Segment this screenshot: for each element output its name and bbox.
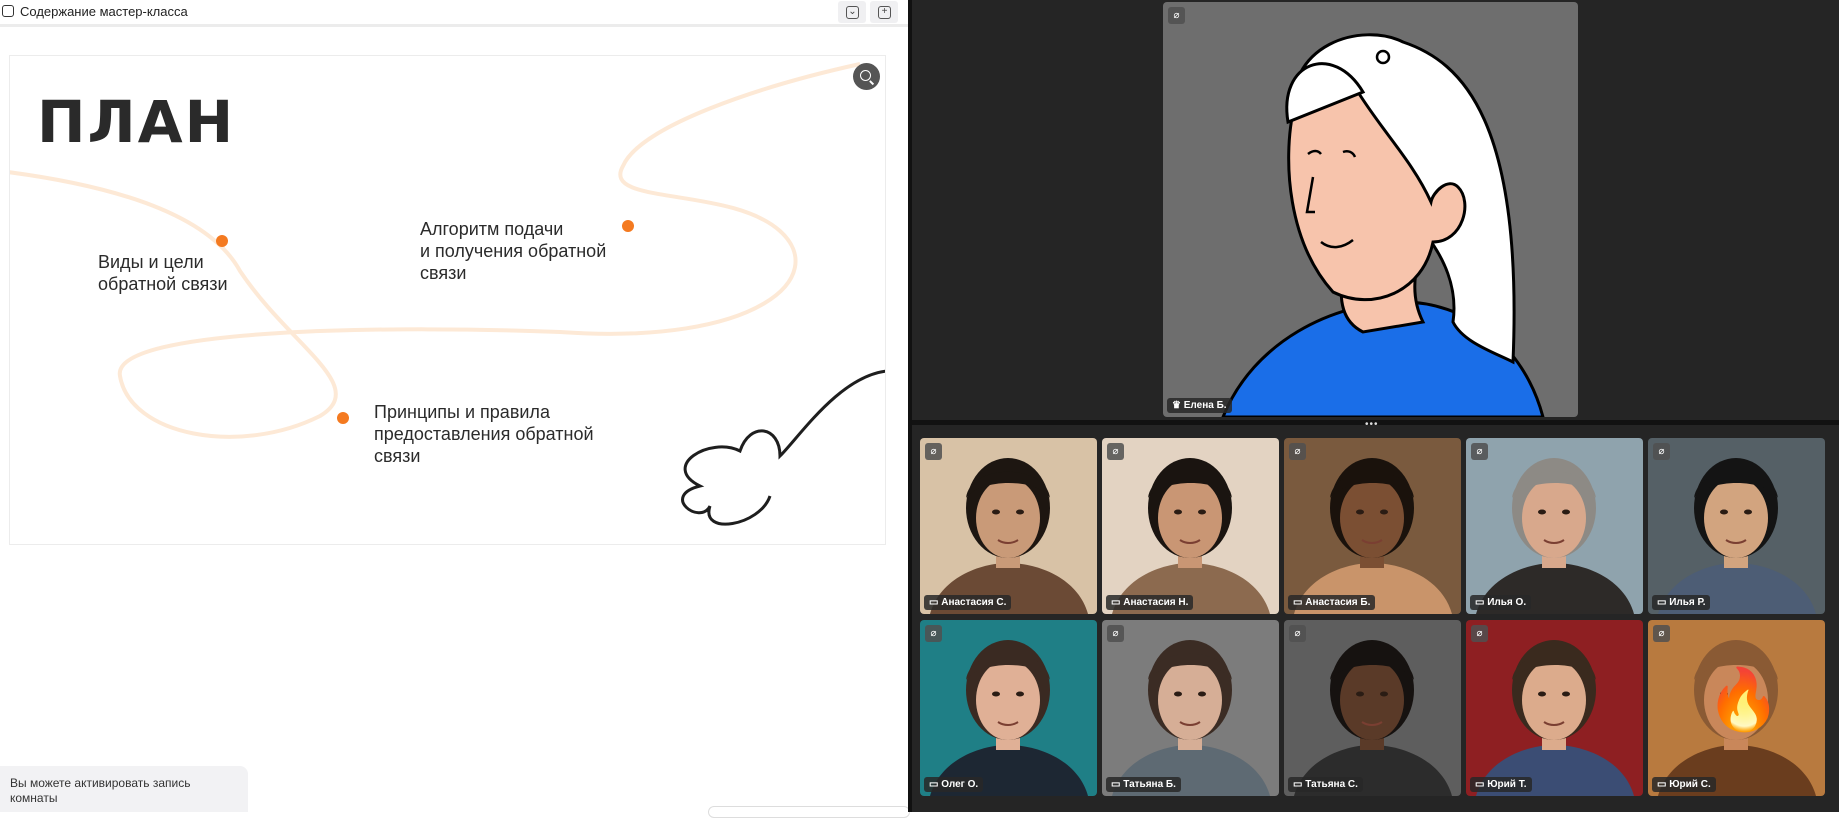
muted-icon: ⌀ — [1168, 7, 1185, 24]
participant-name: ▭ Анастасия Н. — [1106, 595, 1194, 610]
participant-photo — [930, 458, 1088, 614]
recording-notice[interactable]: Вы можете активировать запись комнаты — [0, 766, 248, 812]
slide-item: Алгоритм подачи и получения обратной свя… — [420, 219, 607, 283]
participant-photo — [1476, 458, 1634, 614]
muted-icon: ⌀ — [1653, 443, 1670, 460]
presentation-panel: Содержание мастер-класса ⌄ + ПЛАН Виды и… — [0, 0, 910, 818]
participant-name: ▭ Юрий С. — [1652, 777, 1716, 792]
speaker-tile[interactable]: ⌀ ♛ Елена Б. — [1163, 2, 1578, 417]
drag-handle-icon[interactable]: ••• — [1365, 420, 1379, 430]
participant-name: ▭ Анастасия Б. — [1288, 595, 1376, 610]
video-area: ⌀ ♛ Елена Б. ••• ⌀ ▭ Анастасия С. ⌀ ▭ Анаст… — [912, 0, 1839, 812]
participant-tile[interactable]: ⌀ ▭ Анастасия Н. — [1102, 438, 1279, 614]
bullet-dot — [337, 412, 349, 424]
muted-icon: ⌀ — [1289, 443, 1306, 460]
participant-tile[interactable]: ⌀ ▭ Анастасия Б. — [1284, 438, 1461, 614]
muted-icon: ⌀ — [1107, 443, 1124, 460]
collapse-button[interactable]: ⌄ — [838, 1, 866, 23]
panel-title: Содержание мастер-класса — [20, 4, 188, 19]
participant-tile[interactable]: ⌀ ▭ Татьяна Б. — [1102, 620, 1279, 796]
add-button[interactable]: + — [870, 1, 898, 23]
participant-name: ▭ Юрий Т. — [1470, 777, 1532, 792]
participant-tile[interactable]: ⌀ ▭ Олег О. — [920, 620, 1097, 796]
slide-item: Виды и цели обратной связи — [98, 252, 228, 294]
presentation-icon — [2, 5, 14, 17]
participant-photo — [1112, 640, 1270, 796]
plus-icon: + — [878, 6, 891, 19]
speaker-name: ♛ Елена Б. — [1167, 398, 1232, 413]
participant-photo — [1658, 458, 1816, 614]
muted-icon: ⌀ — [1289, 625, 1306, 642]
slide-item: Принципы и правила предоставления обратн… — [374, 402, 594, 466]
participant-photo — [930, 640, 1088, 796]
panel-header: Содержание мастер-класса ⌄ + — [0, 0, 908, 27]
chevron-down-icon: ⌄ — [846, 6, 859, 19]
participant-tile[interactable]: ⌀ ▭ Илья О. — [1466, 438, 1643, 614]
slide-heading: ПЛАН — [37, 88, 236, 156]
zoom-button[interactable] — [853, 63, 880, 90]
participant-photo — [1294, 458, 1452, 614]
muted-icon: ⌀ — [925, 625, 942, 642]
slide: ПЛАН Виды и цели обратной связи Алгоритм… — [9, 55, 886, 545]
participant-photo — [1294, 640, 1452, 796]
speaker-avatar — [1221, 33, 1545, 417]
bullet-dot — [622, 220, 634, 232]
participant-tile[interactable]: ⌀ ▭ Илья Р. — [1648, 438, 1825, 614]
muted-icon: ⌀ — [1107, 625, 1124, 642]
participant-name: ▭ Олег О. — [924, 777, 984, 792]
participant-photo — [1476, 640, 1634, 796]
fire-icon: 🔥 — [1706, 666, 1781, 733]
muted-icon: ⌀ — [925, 443, 942, 460]
participant-name: ▭ Татьяна С. — [1288, 777, 1363, 792]
participant-name: ▭ Илья О. — [1470, 595, 1532, 610]
participant-tile[interactable]: ⌀ ▭ Юрий Т. — [1466, 620, 1643, 796]
muted-icon: ⌀ — [1471, 443, 1488, 460]
muted-icon: ⌀ — [1653, 625, 1670, 642]
participant-photo — [1112, 458, 1270, 614]
participant-tile[interactable]: 🔥 ⌀ ▭ Юрий С. — [1648, 620, 1825, 796]
muted-icon: ⌀ — [1471, 625, 1488, 642]
participant-tile[interactable]: ⌀ ▭ Татьяна С. — [1284, 620, 1461, 796]
bullet-dot — [216, 235, 228, 247]
participant-name: ▭ Татьяна Б. — [1106, 777, 1181, 792]
participant-tile[interactable]: ⌀ ▭ Анастасия С. — [920, 438, 1097, 614]
participant-name: ▭ Анастасия С. — [924, 595, 1012, 610]
participant-name: ▭ Илья Р. — [1652, 595, 1711, 610]
bottom-control[interactable] — [708, 806, 910, 818]
